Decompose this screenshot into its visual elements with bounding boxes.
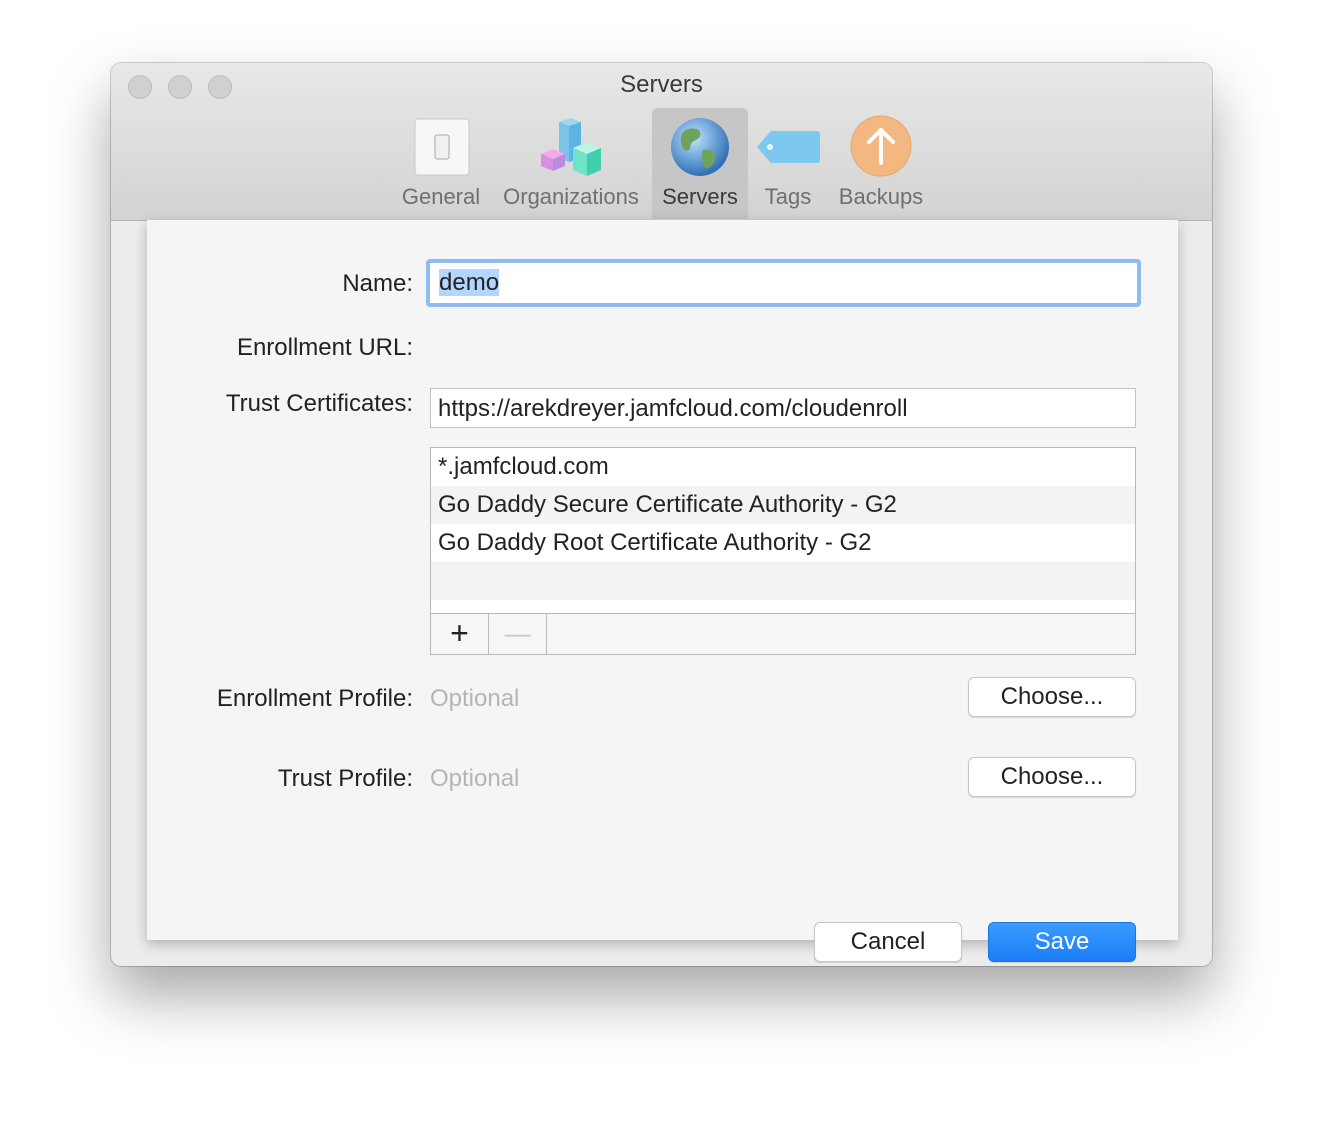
name-label: Name: xyxy=(342,270,413,297)
choose-enrollment-profile-button[interactable]: Choose... xyxy=(968,677,1136,717)
toolbar-label-backups: Backups xyxy=(838,184,924,209)
window-title: Servers xyxy=(620,71,703,98)
toolbar-label-servers: Servers xyxy=(662,184,738,209)
remove-certificate-button[interactable]: — xyxy=(489,614,547,654)
trust-profile-placeholder: Optional xyxy=(430,765,520,792)
choose-trust-profile-button[interactable]: Choose... xyxy=(968,757,1136,797)
tag-icon xyxy=(757,131,820,163)
cancel-button[interactable]: Cancel xyxy=(814,922,962,962)
enrollment-url-label: Enrollment URL: xyxy=(236,334,413,361)
toolbar-item-backups[interactable]: Backups xyxy=(834,108,928,219)
certificate-list-toolbar: + — xyxy=(431,613,1135,654)
toolbar-label-general: General xyxy=(401,184,481,209)
title-bar: Servers General Organizations Servers Ta… xyxy=(111,63,1212,221)
blocks-icon xyxy=(541,118,601,176)
list-item[interactable]: Go Daddy Secure Certificate Authority - … xyxy=(431,486,1135,524)
enrollment-profile-placeholder: Optional xyxy=(430,685,520,712)
trust-certificates-label: Trust Certificates: xyxy=(225,390,413,417)
preferences-window: Servers General Organizations Servers Ta… xyxy=(111,63,1212,966)
toolbar-item-general[interactable]: General xyxy=(398,108,484,219)
toolbar-item-organizations[interactable]: Organizations xyxy=(497,108,645,219)
trust-certificates-list[interactable]: *.jamfcloud.com Go Daddy Secure Certific… xyxy=(430,447,1136,655)
upload-arrow-icon xyxy=(850,115,912,177)
name-field-value: demo xyxy=(439,269,500,296)
globe-icon xyxy=(671,118,729,176)
enrollment-profile-label: Enrollment Profile: xyxy=(216,685,413,712)
toolbar-item-tags[interactable]: Tags xyxy=(755,108,821,219)
toolbar-item-servers[interactable]: Servers xyxy=(652,108,748,219)
toolbar-label-organizations: Organizations xyxy=(503,184,639,209)
empty-row xyxy=(431,562,1135,600)
list-item[interactable]: Go Daddy Root Certificate Authority - G2 xyxy=(431,524,1135,562)
trust-profile-label: Trust Profile: xyxy=(277,765,413,792)
add-certificate-button[interactable]: + xyxy=(431,614,489,654)
toolbar-label-tags: Tags xyxy=(764,184,812,209)
enrollment-url-value: https://arekdreyer.jamfcloud.com/clouden… xyxy=(438,395,908,422)
save-button[interactable]: Save xyxy=(988,922,1136,962)
switch-icon xyxy=(414,118,470,176)
enrollment-url-field[interactable]: https://arekdreyer.jamfcloud.com/clouden… xyxy=(430,388,1136,428)
list-item[interactable]: *.jamfcloud.com xyxy=(431,448,1135,486)
name-field[interactable]: demo xyxy=(426,259,1141,307)
server-edit-sheet: Name: demo Enrollment URL: https://arekd… xyxy=(147,220,1178,962)
